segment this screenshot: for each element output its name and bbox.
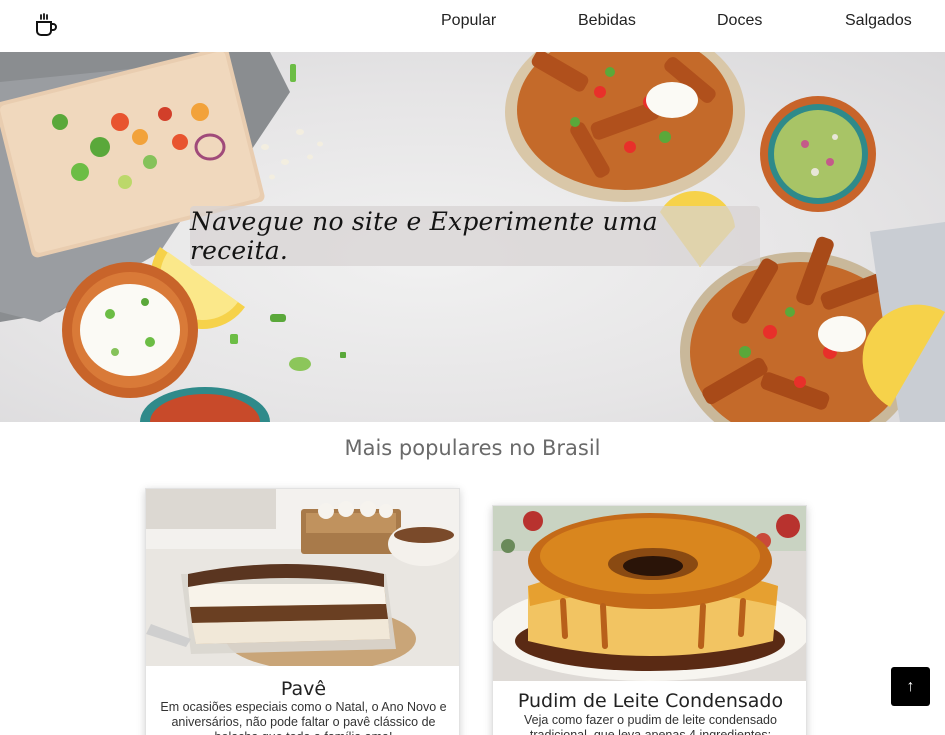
nav-bebidas[interactable]: Bebidas	[578, 12, 636, 30]
nav-popular[interactable]: Popular	[441, 12, 496, 30]
recipe-card-pave[interactable]: Pavê Em ocasiões especiais como o Natal,…	[145, 488, 460, 735]
arrow-up-icon: ↑	[906, 677, 915, 695]
hero-caption-box: Navegue no site e Experimente uma receit…	[190, 206, 760, 266]
pudim-image	[493, 506, 806, 681]
recipe-card-pudim[interactable]: Pudim de Leite Condensado Veja como faze…	[492, 505, 807, 735]
card-title: Pudim de Leite Condensado	[517, 690, 784, 712]
scroll-top-button[interactable]: ↑	[891, 667, 930, 706]
card-title: Pavê	[280, 678, 327, 700]
site-header: Popular Bebidas Doces Salgados	[0, 0, 945, 52]
section-title: Mais populares no Brasil	[344, 436, 601, 460]
hero-banner: Navegue no site e Experimente uma receit…	[0, 52, 945, 422]
hero-caption: Navegue no site e Experimente uma receit…	[190, 207, 658, 265]
nav-doces[interactable]: Doces	[717, 12, 762, 30]
nav-salgados[interactable]: Salgados	[845, 12, 912, 30]
pave-image	[146, 489, 459, 666]
card-description: Em ocasiões especiais como o Natal, o An…	[160, 700, 447, 735]
coffee-cup-icon[interactable]	[33, 12, 59, 38]
card-description: Veja como fazer o pudim de leite condens…	[524, 713, 777, 735]
